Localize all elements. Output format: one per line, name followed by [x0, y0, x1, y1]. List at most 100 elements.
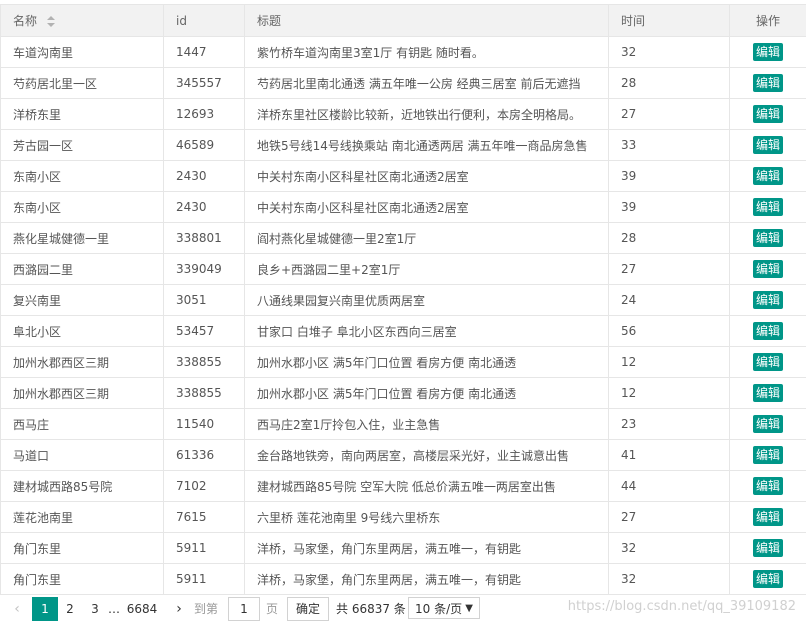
cell-id: 339049	[163, 253, 245, 285]
cell-id: 61336	[163, 439, 245, 471]
cell-name: 加州水郡西区三期	[0, 346, 164, 378]
cell-title: 芍药居北里南北通透 满五年唯一公房 经典三居室 前后无遮挡	[244, 67, 609, 99]
cell-id: 2430	[163, 160, 245, 192]
cell-title: 阎村燕化星城健德一里2室1厅	[244, 222, 609, 254]
column-header-name[interactable]: 名称	[0, 4, 164, 37]
page-button-current[interactable]: 1	[32, 597, 58, 621]
edit-button[interactable]: 编辑	[752, 43, 783, 61]
cell-op: 编辑	[729, 222, 806, 254]
edit-button[interactable]: 编辑	[752, 260, 783, 278]
cell-title: 洋桥，马家堡，角门东里两居，满五唯一，有钥匙	[244, 532, 609, 564]
table-row: 东南小区 2430 中关村东南小区科星社区南北通透2居室 39 编辑	[0, 191, 806, 223]
edit-button[interactable]: 编辑	[752, 291, 783, 309]
cell-id: 2430	[163, 191, 245, 223]
table-row: 加州水郡西区三期 338855 加州水郡小区 满5年门口位置 看房方便 南北通透 12…	[0, 346, 806, 378]
edit-button[interactable]: 编辑	[752, 74, 783, 92]
cell-title: 甘家口 白堆子 阜北小区东西向三居室	[244, 315, 609, 347]
cell-time: 12	[608, 377, 730, 409]
cell-op: 编辑	[729, 346, 806, 378]
cell-time: 27	[608, 253, 730, 285]
cell-op: 编辑	[729, 129, 806, 161]
cell-time: 33	[608, 129, 730, 161]
goto-label: 到第	[194, 602, 219, 616]
cell-title: 紫竹桥车道沟南里3室1厅 有钥匙 随时看。	[244, 36, 609, 68]
chevron-down-icon: ▼	[465, 603, 473, 614]
edit-button[interactable]: 编辑	[752, 198, 783, 216]
cell-op: 编辑	[729, 315, 806, 347]
edit-button[interactable]: 编辑	[752, 477, 783, 495]
edit-button[interactable]: 编辑	[752, 539, 783, 557]
table-row: 芳古园一区 46589 地铁5号线14号线换乘站 南北通透两居 满五年唯一商品房急售…	[0, 129, 806, 161]
cell-op: 编辑	[729, 470, 806, 502]
table-header-row: 名称 id 标题 时间 操作	[0, 4, 806, 37]
edit-button[interactable]: 编辑	[752, 353, 783, 371]
table-row: 西马庄 11540 西马庄2室1厅拎包入住，业主急售 23 编辑	[0, 408, 806, 440]
table-row: 莲花池南里 7615 六里桥 莲花池南里 9号线六里桥东 27 编辑	[0, 501, 806, 533]
edit-button[interactable]: 编辑	[752, 229, 783, 247]
cell-id: 7102	[163, 470, 245, 502]
edit-button[interactable]: 编辑	[752, 570, 783, 588]
cell-time: 39	[608, 160, 730, 192]
page-size-select[interactable]: 10 条/页 ▼	[408, 597, 480, 619]
sort-icon[interactable]	[46, 15, 55, 28]
cell-id: 3051	[163, 284, 245, 316]
data-table: 名称 id 标题 时间 操作 车道沟南里 1447 紫竹桥车道沟南里3室1厅 有钥匙…	[0, 4, 806, 595]
page-button-3[interactable]: 3	[89, 597, 101, 621]
cell-title: 八通线果园复兴南里优质两居室	[244, 284, 609, 316]
edit-button[interactable]: 编辑	[752, 415, 783, 433]
cell-op: 编辑	[729, 501, 806, 533]
cell-id: 5911	[163, 532, 245, 564]
cell-id: 12693	[163, 98, 245, 130]
cell-time: 12	[608, 346, 730, 378]
edit-button[interactable]: 编辑	[752, 322, 783, 340]
table-row: 建材城西路85号院 7102 建材城西路85号院 空军大院 低总价满五唯一两居室出售…	[0, 470, 806, 502]
page-ellipsis: …	[108, 602, 120, 616]
cell-name: 西潞园二里	[0, 253, 164, 285]
cell-name: 莲花池南里	[0, 501, 164, 533]
prev-page-icon[interactable]: ‹	[10, 597, 24, 621]
table-row: 车道沟南里 1447 紫竹桥车道沟南里3室1厅 有钥匙 随时看。 32 编辑	[0, 36, 806, 68]
cell-op: 编辑	[729, 532, 806, 564]
cell-title: 建材城西路85号院 空军大院 低总价满五唯一两居室出售	[244, 470, 609, 502]
cell-op: 编辑	[729, 439, 806, 471]
table-row: 角门东里 5911 洋桥，马家堡，角门东里两居，满五唯一，有钥匙 32 编辑	[0, 563, 806, 595]
column-header-id: id	[163, 4, 245, 37]
next-page-icon[interactable]: ›	[172, 597, 186, 621]
cell-name: 洋桥东里	[0, 98, 164, 130]
edit-button[interactable]: 编辑	[752, 136, 783, 154]
edit-button[interactable]: 编辑	[752, 446, 783, 464]
cell-op: 编辑	[729, 284, 806, 316]
column-header-op: 操作	[729, 4, 806, 37]
data-table-page: 名称 id 标题 时间 操作 车道沟南里 1447 紫竹桥车道沟南里3室1厅 有钥匙…	[0, 0, 806, 625]
cell-name: 芍药居北里一区	[0, 67, 164, 99]
cell-id: 46589	[163, 129, 245, 161]
cell-time: 32	[608, 36, 730, 68]
cell-title: 六里桥 莲花池南里 9号线六里桥东	[244, 501, 609, 533]
cell-id: 5911	[163, 563, 245, 595]
cell-time: 27	[608, 501, 730, 533]
cell-title: 洋桥东里社区楼龄比较新，近地铁出行便利，本房全明格局。	[244, 98, 609, 130]
cell-title: 中关村东南小区科星社区南北通透2居室	[244, 160, 609, 192]
cell-name: 角门东里	[0, 532, 164, 564]
cell-title: 西马庄2室1厅拎包入住，业主急售	[244, 408, 609, 440]
cell-name: 燕化星城健德一里	[0, 222, 164, 254]
cell-title: 中关村东南小区科星社区南北通透2居室	[244, 191, 609, 223]
cell-name: 东南小区	[0, 191, 164, 223]
column-header-op-label: 操作	[755, 14, 780, 28]
page-button-2[interactable]: 2	[64, 597, 76, 621]
edit-button[interactable]: 编辑	[752, 167, 783, 185]
goto-page-input[interactable]	[228, 597, 260, 621]
edit-button[interactable]: 编辑	[752, 105, 783, 123]
table-row: 洋桥东里 12693 洋桥东里社区楼龄比较新，近地铁出行便利，本房全明格局。 27 编辑	[0, 98, 806, 130]
edit-button[interactable]: 编辑	[752, 508, 783, 526]
cell-name: 芳古园一区	[0, 129, 164, 161]
cell-id: 7615	[163, 501, 245, 533]
page-button-last[interactable]: 6684	[126, 597, 158, 621]
edit-button[interactable]: 编辑	[752, 384, 783, 402]
cell-name: 角门东里	[0, 563, 164, 595]
cell-time: 28	[608, 222, 730, 254]
cell-title: 金台路地铁旁，南向两居室，高楼层采光好，业主诚意出售	[244, 439, 609, 471]
confirm-button[interactable]: 确定	[287, 597, 329, 621]
cell-op: 编辑	[729, 36, 806, 68]
cell-id: 11540	[163, 408, 245, 440]
